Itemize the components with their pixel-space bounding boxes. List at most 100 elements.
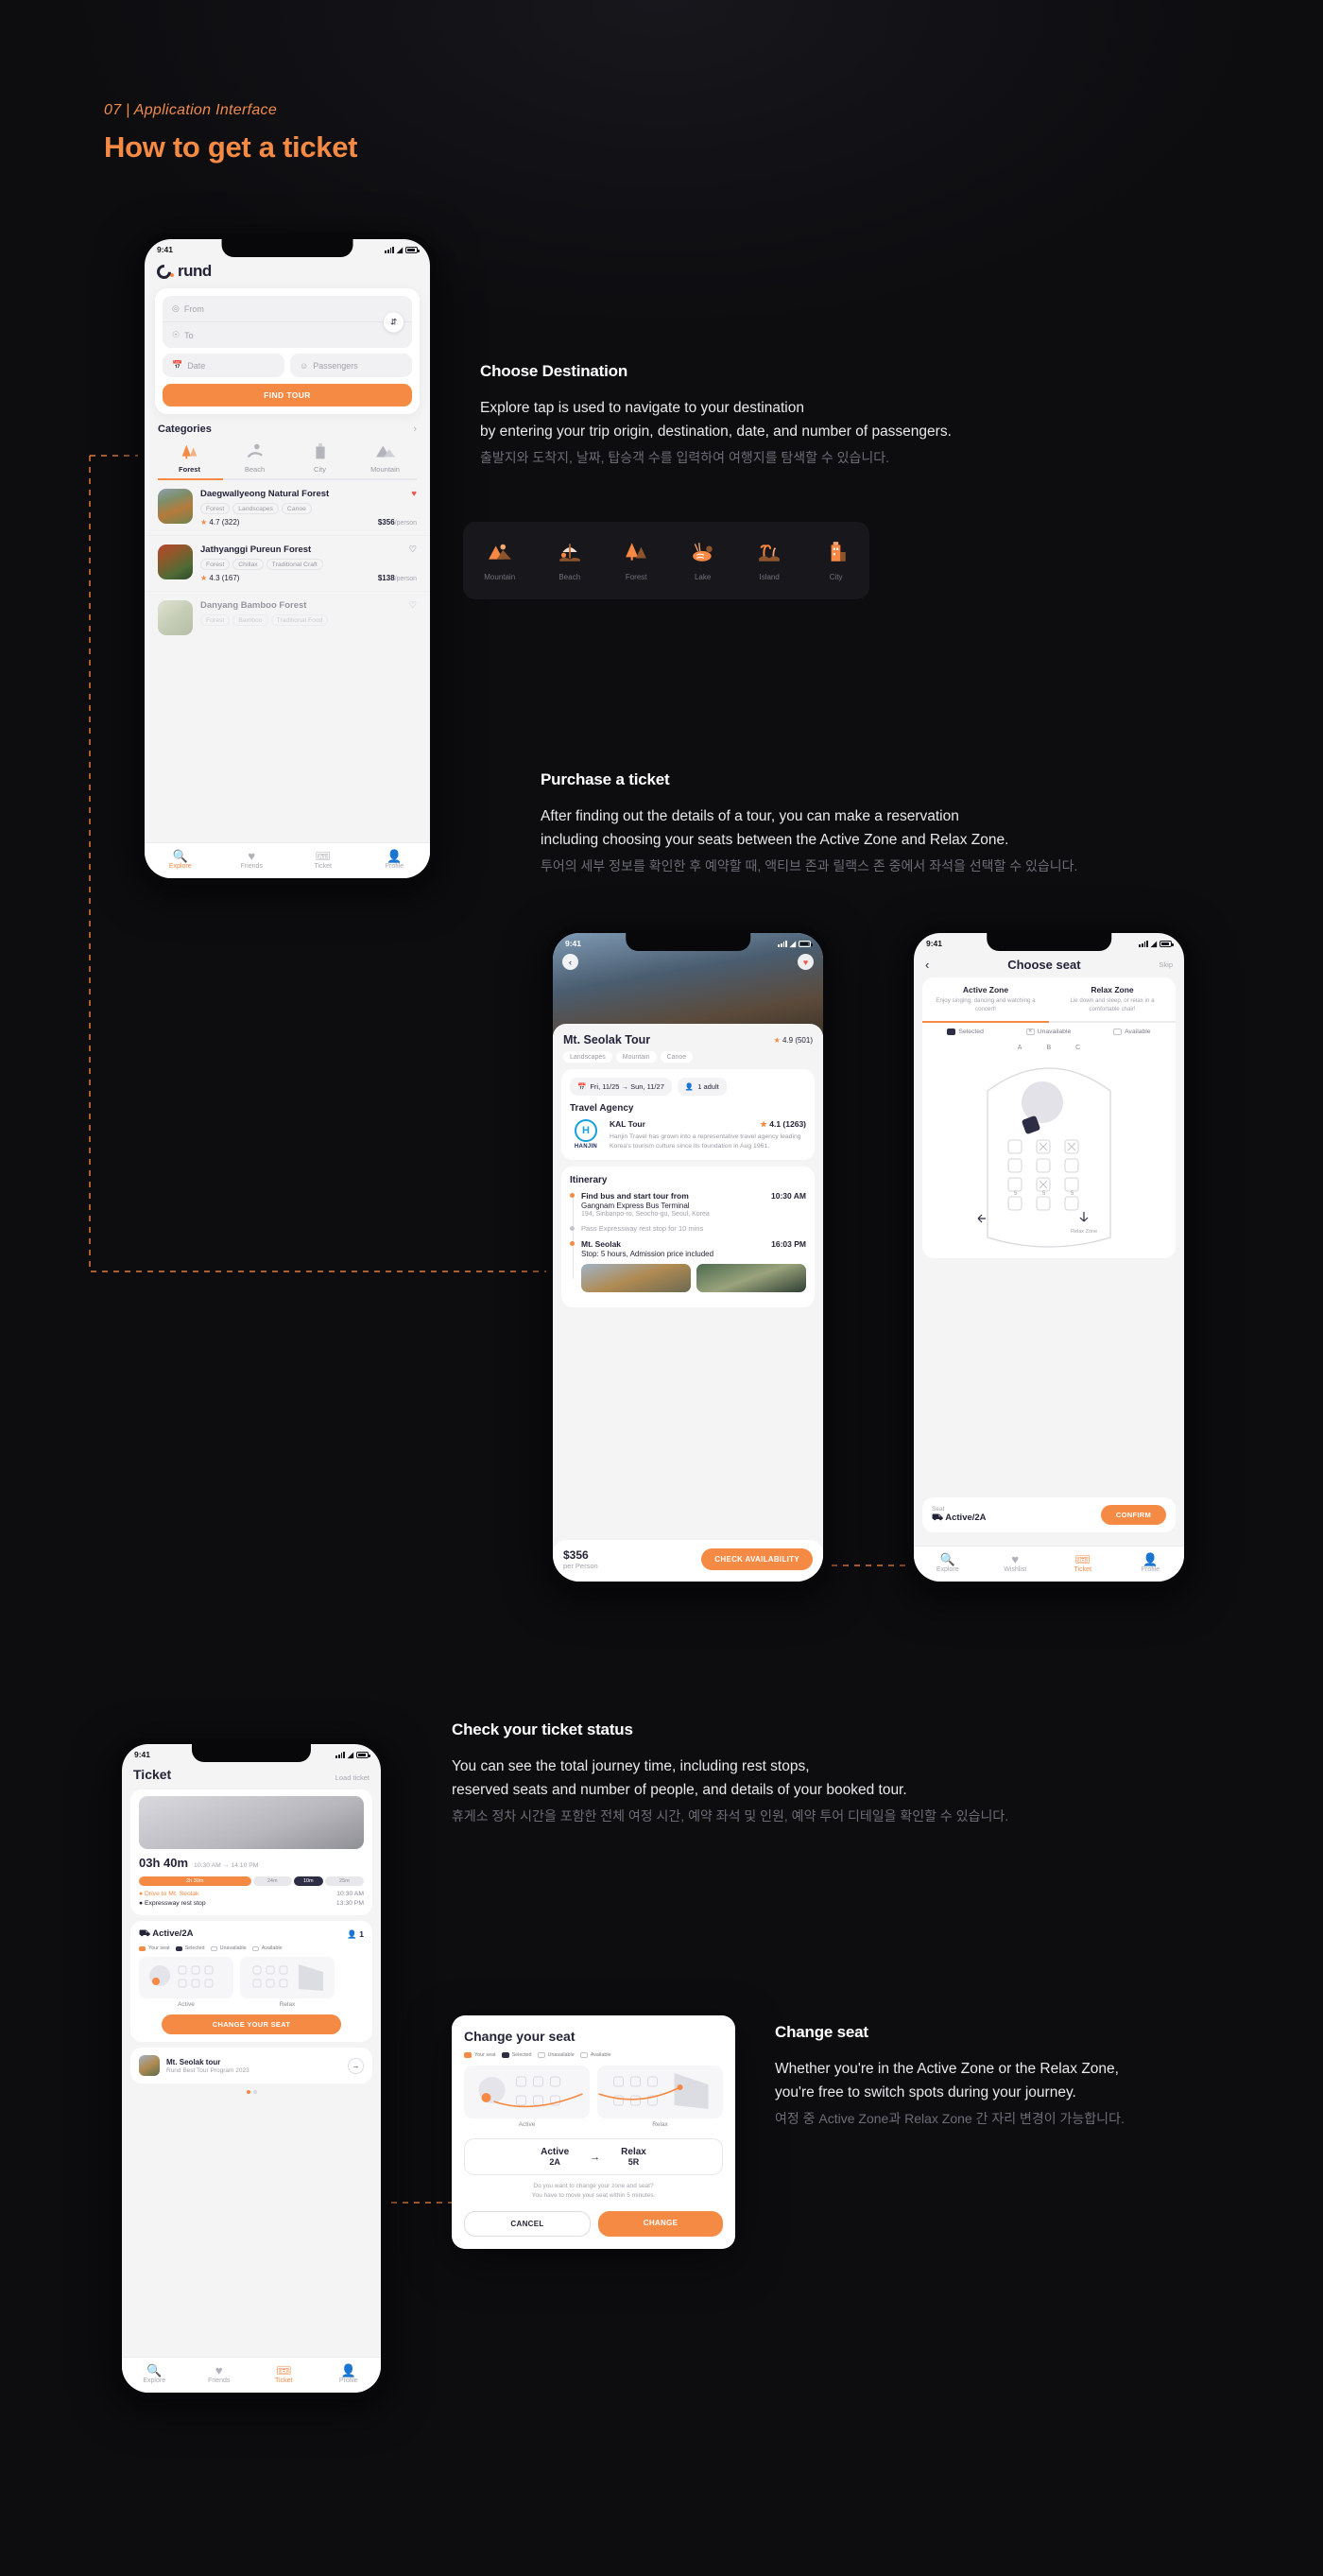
strip-item-beach[interactable]: Beach bbox=[558, 540, 582, 581]
back-button[interactable]: ‹ bbox=[562, 954, 578, 970]
passengers-input[interactable]: ☺ Passengers bbox=[290, 354, 412, 377]
date-input[interactable]: 📅 Date bbox=[163, 354, 284, 377]
minimap-relax[interactable] bbox=[240, 1957, 335, 1998]
tab-explore[interactable]: 🔍 Explore bbox=[122, 2363, 187, 2384]
strip-label: Beach bbox=[558, 573, 581, 581]
to-input[interactable]: ☉ To bbox=[163, 321, 412, 348]
journey-progress: 2h 30m 24m 10m 25m bbox=[139, 1876, 365, 1886]
tour-hero-image: 9:41 ◢ ‹ ♥ bbox=[553, 933, 823, 1035]
strip-item-mountain[interactable]: Mountain bbox=[484, 540, 515, 581]
tab-ticket[interactable]: 🎟 Ticket bbox=[1049, 1552, 1117, 1573]
section-korean: 여정 중 Active Zone과 Relax Zone 간 자리 변경이 가능… bbox=[775, 2111, 1125, 2127]
tab-profile[interactable]: 👤 Profile bbox=[317, 2363, 382, 2384]
zone-tab-active[interactable]: Active Zone Enjoy singing, dancing and w… bbox=[922, 977, 1049, 1023]
category-forest[interactable]: Forest bbox=[158, 439, 221, 478]
zone-tab-relax[interactable]: Relax Zone Lie down and sleep, or relax … bbox=[1049, 977, 1176, 1023]
tab-explore[interactable]: 🔍 Explore bbox=[145, 849, 216, 870]
booked-tour-row[interactable]: Mt. Seolak tour Rund Best Tour Program 2… bbox=[130, 2048, 372, 2083]
favorite-button[interactable]: ♥ bbox=[798, 954, 814, 970]
legend-unavailable: Unavailable bbox=[537, 2052, 575, 2058]
tour-rating: 4.7 (322) bbox=[209, 518, 240, 527]
category-beach[interactable]: Beach bbox=[223, 439, 286, 478]
bottom-tab-bar: 🔍 Explore ♥ Friends 🎟 Ticket 👤 Profile bbox=[122, 2357, 381, 2393]
list-item[interactable]: Jathyanggi Pureun Forest ♡ Forest Chilla… bbox=[145, 535, 430, 591]
passengers-chip[interactable]: 👤 1 adult bbox=[677, 1078, 727, 1096]
minimap-active[interactable] bbox=[139, 1957, 233, 1998]
column-label: A bbox=[1017, 1044, 1022, 1051]
tab-profile[interactable]: 👤 Profile bbox=[1117, 1552, 1185, 1573]
heart-filled-icon[interactable]: ♥ bbox=[411, 489, 417, 499]
load-ticket-button[interactable]: Load ticket bbox=[335, 1773, 369, 1782]
star-icon: ★ bbox=[200, 518, 208, 527]
search-card: ◎ From ☉ To ⇵ 📅 Date ☺ Passengers FIND T… bbox=[155, 288, 420, 414]
heart-outline-icon[interactable]: ♡ bbox=[408, 600, 417, 611]
skip-button[interactable]: Skip bbox=[1159, 960, 1173, 969]
tab-label: Ticket bbox=[314, 863, 332, 870]
wifi-icon: ◢ bbox=[347, 1750, 353, 1759]
legend-label: Available bbox=[261, 1945, 283, 1951]
tab-friends[interactable]: ♥ Friends bbox=[216, 849, 288, 870]
strip-item-lake[interactable]: Lake bbox=[691, 540, 715, 581]
date-placeholder: Date bbox=[187, 360, 206, 371]
swap-button[interactable]: ⇵ bbox=[384, 312, 404, 332]
photo[interactable] bbox=[581, 1264, 691, 1293]
section-korean: 투어의 세부 정보를 확인한 후 예약할 때, 액티브 존과 릴랙스 존 중에서… bbox=[541, 858, 1078, 874]
strip-item-forest[interactable]: Forest bbox=[624, 540, 648, 581]
zone-minimaps: Active Relax bbox=[139, 1957, 364, 2008]
star-icon: ★ bbox=[200, 574, 208, 582]
zone-desc: Lie down and sleep, or relax in a comfor… bbox=[1070, 997, 1155, 1013]
heart-outline-icon[interactable]: ♡ bbox=[408, 545, 417, 555]
check-availability-button[interactable]: CHECK AVAILABILITY bbox=[701, 1548, 813, 1570]
status-time: 9:41 bbox=[157, 245, 174, 254]
tab-label: Profile bbox=[338, 2377, 358, 2384]
booked-tour-arrow-icon[interactable]: → bbox=[348, 2057, 364, 2074]
minimap-relax[interactable] bbox=[597, 2066, 723, 2118]
step-title: Find bus and start tour from bbox=[581, 1191, 689, 1202]
progress-segment: 25m bbox=[324, 1876, 365, 1886]
leg-text: Expressway rest stop bbox=[145, 1900, 206, 1907]
cancel-button[interactable]: CANCEL bbox=[464, 2210, 591, 2237]
itinerary-card: Itinerary Find bus and start tour from 1… bbox=[561, 1167, 815, 1308]
strip-item-island[interactable]: Island bbox=[757, 540, 782, 581]
list-item[interactable]: Danyang Bamboo Forest ♡ Forest Bamboo Tr… bbox=[145, 591, 430, 644]
bus-seat-diagram[interactable]: 5 5 5 Relax Zone bbox=[930, 1053, 1168, 1252]
categories-chevron-icon[interactable]: › bbox=[413, 424, 417, 435]
section-line1: After finding out the details of a tour,… bbox=[541, 808, 959, 824]
list-item[interactable]: Daegwallyeong Natural Forest ♥ Forest La… bbox=[145, 480, 430, 535]
tab-friends[interactable]: ♥ Friends bbox=[187, 2363, 252, 2384]
tab-wishlist[interactable]: ♥ Wishlist bbox=[982, 1552, 1050, 1573]
journey-leg: ● Drive to Mt. Seolak 10:30 AM bbox=[139, 1891, 364, 1897]
confirm-button[interactable]: CONFIRM bbox=[1100, 1505, 1166, 1525]
photo[interactable] bbox=[696, 1264, 806, 1293]
battery-icon bbox=[1160, 940, 1174, 947]
zone-tabs: Active Zone Enjoy singing, dancing and w… bbox=[922, 977, 1176, 1023]
tab-profile[interactable]: 👤 Profile bbox=[359, 849, 431, 870]
minimap-active[interactable] bbox=[464, 2066, 590, 2118]
category-mountain[interactable]: Mountain bbox=[353, 439, 417, 478]
category-city[interactable]: City bbox=[288, 439, 352, 478]
tab-ticket[interactable]: 🎟 Ticket bbox=[251, 2363, 317, 2384]
back-button[interactable]: ‹ bbox=[925, 958, 929, 972]
strip-label: Island bbox=[759, 573, 780, 581]
category-label: Mountain bbox=[370, 465, 400, 474]
from-input[interactable]: ◎ From bbox=[163, 296, 412, 321]
explore-screen: 9:41 ◢ rund ◎ From ☉ To ⇵ 📅 Date ☺ Passe… bbox=[145, 239, 430, 878]
itinerary-step: Mt. Seolak 16:03 PM Stop: 5 hours, Admis… bbox=[570, 1239, 806, 1293]
strip-item-city[interactable]: City bbox=[824, 540, 849, 581]
svg-text:5: 5 bbox=[1014, 1191, 1018, 1197]
legend-label: Available bbox=[590, 2052, 611, 2058]
date-chip[interactable]: 📅 Fri, 11/25 → Sun, 11/27 bbox=[570, 1078, 672, 1096]
tab-label: Wishlist bbox=[1004, 1566, 1027, 1573]
find-tour-button[interactable]: FIND TOUR bbox=[163, 384, 412, 406]
step-bullet-icon bbox=[570, 1193, 575, 1199]
tab-ticket[interactable]: 🎟 Ticket bbox=[287, 849, 359, 870]
star-icon: ★ bbox=[773, 1035, 781, 1045]
section-line1: Explore tap is used to navigate to your … bbox=[480, 400, 804, 416]
change-your-seat-button[interactable]: CHANGE YOUR SEAT bbox=[162, 2014, 341, 2034]
seat-icon: ⛟ bbox=[139, 1928, 150, 1939]
available-swatch-icon bbox=[251, 1945, 259, 1951]
mountain-icon bbox=[353, 439, 417, 462]
change-button[interactable]: CHANGE bbox=[598, 2210, 723, 2237]
tab-explore[interactable]: 🔍 Explore bbox=[914, 1552, 982, 1573]
header-eyebrow: 07 | Application Interface bbox=[104, 102, 278, 118]
